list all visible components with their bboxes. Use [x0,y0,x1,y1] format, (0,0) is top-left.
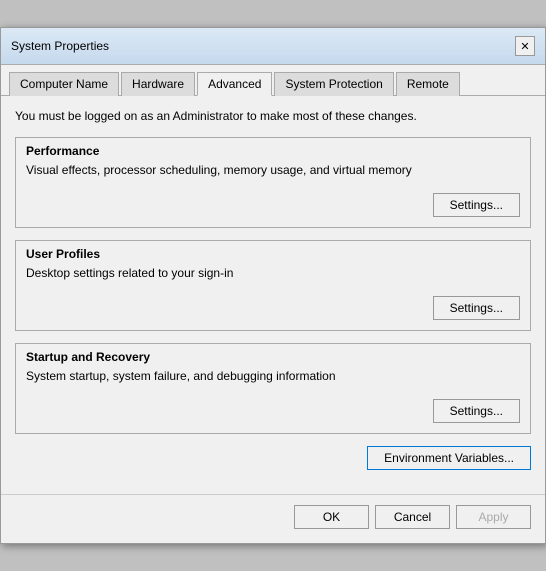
close-button[interactable]: ✕ [515,36,535,56]
performance-title: Performance [16,138,530,160]
startup-recovery-settings-button[interactable]: Settings... [433,399,520,423]
ok-button[interactable]: OK [294,505,369,529]
cancel-button[interactable]: Cancel [375,505,450,529]
window-title: System Properties [11,39,109,53]
tab-hardware[interactable]: Hardware [121,72,195,96]
title-bar: System Properties ✕ [1,28,545,65]
tab-remote[interactable]: Remote [396,72,460,96]
user-profiles-settings-button[interactable]: Settings... [433,296,520,320]
admin-notice: You must be logged on as an Administrato… [15,108,531,125]
startup-recovery-title: Startup and Recovery [16,344,530,366]
startup-recovery-description: System startup, system failure, and debu… [16,366,530,395]
performance-settings-button[interactable]: Settings... [433,193,520,217]
startup-recovery-button-row: Settings... [16,395,530,433]
tab-computer-name[interactable]: Computer Name [9,72,119,96]
user-profiles-title: User Profiles [16,241,530,263]
user-profiles-description: Desktop settings related to your sign-in [16,263,530,292]
performance-button-row: Settings... [16,189,530,227]
footer-button-row: OK Cancel Apply [1,494,545,543]
tab-advanced[interactable]: Advanced [197,72,272,96]
apply-button[interactable]: Apply [456,505,531,529]
env-variables-row: Environment Variables... [15,446,531,482]
tab-bar: Computer Name Hardware Advanced System P… [1,65,545,96]
performance-description: Visual effects, processor scheduling, me… [16,160,530,189]
startup-recovery-section: Startup and Recovery System startup, sys… [15,343,531,434]
user-profiles-section: User Profiles Desktop settings related t… [15,240,531,331]
tab-content: You must be logged on as an Administrato… [1,96,545,493]
performance-section: Performance Visual effects, processor sc… [15,137,531,228]
environment-variables-button[interactable]: Environment Variables... [367,446,531,470]
tab-system-protection[interactable]: System Protection [274,72,393,96]
system-properties-window: System Properties ✕ Computer Name Hardwa… [0,27,546,543]
user-profiles-button-row: Settings... [16,292,530,330]
